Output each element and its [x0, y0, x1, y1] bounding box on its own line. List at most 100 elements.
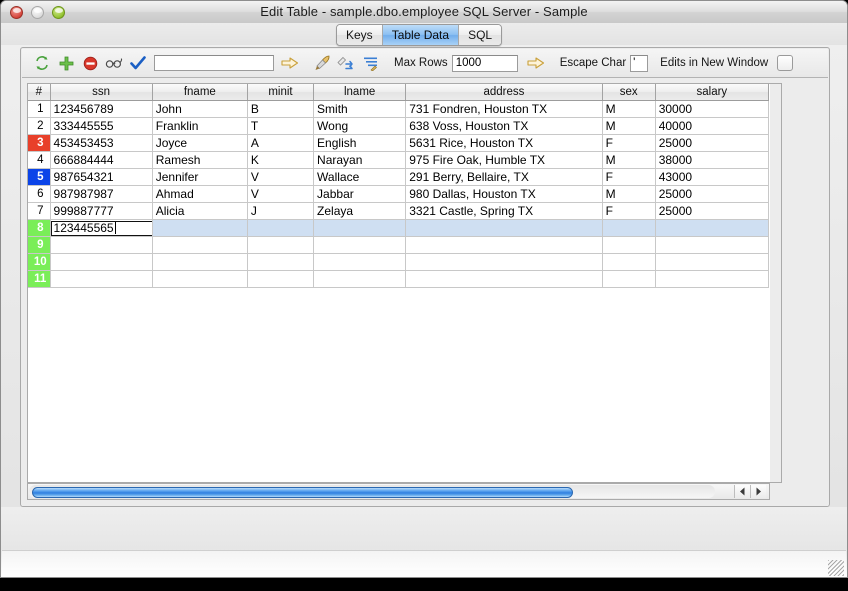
cell-salary[interactable]	[655, 219, 770, 237]
cell-fname[interactable]	[152, 236, 248, 254]
view-icon[interactable]	[102, 52, 126, 74]
table-row[interactable]: 5 987654321 Jennifer V Wallace 291 Berry, Bel…	[28, 168, 770, 186]
cell-minit[interactable]: A	[247, 134, 315, 152]
cell-minit[interactable]	[247, 219, 315, 237]
cell-salary[interactable]	[655, 270, 770, 288]
cell-sex[interactable]: M	[602, 185, 656, 203]
cell-lname[interactable]: English	[313, 134, 407, 152]
cell-address[interactable]: 291 Berry, Bellaire, TX	[405, 168, 603, 186]
cell-address[interactable]	[405, 236, 603, 254]
cell-lname[interactable]: Smith	[313, 100, 407, 118]
cell-lname[interactable]: Wong	[313, 117, 407, 135]
cell-lname[interactable]: Wallace	[313, 168, 407, 186]
tab-sql[interactable]: SQL	[459, 25, 502, 45]
cell-sex[interactable]: M	[602, 100, 656, 118]
cell-address[interactable]: 3321 Castle, Spring TX	[405, 202, 603, 220]
row-header-5[interactable]: 5	[28, 168, 51, 186]
cell-ssn[interactable]: 999887777	[50, 202, 153, 220]
cell-fname[interactable]: Joyce	[152, 134, 248, 152]
cell-sex[interactable]: F	[602, 202, 656, 220]
cell-fname[interactable]	[152, 253, 248, 271]
row-header-11[interactable]: 11	[28, 270, 51, 288]
cell-address[interactable]: 731 Fondren, Houston TX	[405, 100, 603, 118]
cell-fname[interactable]: Alicia	[152, 202, 248, 220]
cell-salary[interactable]: 25000	[655, 202, 770, 220]
cell-lname[interactable]	[313, 253, 407, 271]
apply-filter-icon[interactable]	[278, 52, 302, 74]
data-grid-viewport[interactable]: # ssn fname minit lname address sex sala…	[27, 83, 770, 483]
cell-fname[interactable]: John	[152, 100, 248, 118]
cell-ssn[interactable]: 666884444	[50, 151, 153, 169]
table-row[interactable]: 7 999887777 Alicia J Zelaya 3321 Castle, Spri…	[28, 202, 770, 220]
row-header-2[interactable]: 2	[28, 117, 51, 135]
cell-ssn[interactable]: 453453453	[50, 134, 153, 152]
horizontal-scrollbar[interactable]	[27, 483, 770, 500]
row-header-10[interactable]: 10	[28, 253, 51, 271]
cell-salary[interactable]	[655, 236, 770, 254]
cell-sex[interactable]	[602, 219, 656, 237]
cell-minit[interactable]: V	[247, 185, 315, 203]
table-row[interactable]: 9	[28, 236, 770, 254]
cell-minit[interactable]	[247, 236, 315, 254]
row-header-1[interactable]: 1	[28, 100, 51, 118]
sort-icon[interactable]	[358, 52, 382, 74]
cell-ssn[interactable]	[50, 253, 153, 271]
column-header-rownum[interactable]: #	[28, 84, 51, 101]
cell-editor-ssn[interactable]: 123445565	[50, 220, 152, 236]
max-rows-input[interactable]	[451, 54, 518, 72]
cell-lname[interactable]	[313, 270, 407, 288]
resize-grip[interactable]	[828, 560, 844, 576]
cell-lname[interactable]	[313, 219, 407, 237]
cell-salary[interactable]: 25000	[655, 134, 770, 152]
commit-icon[interactable]	[126, 52, 150, 74]
scroll-left-icon[interactable]	[734, 485, 750, 498]
table-row[interactable]: 1 123456789 John B Smith 731 Fondren, Houston…	[28, 100, 770, 118]
column-header-lname[interactable]: lname	[313, 84, 407, 101]
cell-fname[interactable]: Ahmad	[152, 185, 248, 203]
cell-sex[interactable]: F	[602, 134, 656, 152]
cell-fname[interactable]: Franklin	[152, 117, 248, 135]
cell-salary[interactable]: 30000	[655, 100, 770, 118]
cell-ssn[interactable]: 987654321	[50, 168, 153, 186]
cell-salary[interactable]: 25000	[655, 185, 770, 203]
cell-sex[interactable]	[602, 236, 656, 254]
execute-icon[interactable]	[310, 52, 334, 74]
tab-table-data[interactable]: Table Data	[382, 25, 460, 45]
tab-keys[interactable]: Keys	[337, 25, 383, 45]
cell-lname[interactable]	[313, 236, 407, 254]
scrollbar-thumb[interactable]	[32, 487, 573, 498]
row-header-8[interactable]: 8	[28, 219, 51, 237]
cell-fname[interactable]: Jennifer	[152, 168, 248, 186]
column-header-ssn[interactable]: ssn	[50, 84, 153, 101]
cell-lname[interactable]: Zelaya	[313, 202, 407, 220]
table-row[interactable]: 2 333445555 Franklin T Wong 638 Voss, Houston…	[28, 117, 770, 135]
cell-ssn[interactable]	[50, 236, 153, 254]
scroll-right-icon[interactable]	[750, 485, 766, 498]
cell-sex[interactable]	[602, 253, 656, 271]
column-header-fname[interactable]: fname	[152, 84, 248, 101]
table-row[interactable]: 3 453453453 Joyce A English 5631 Rice, Housto…	[28, 134, 770, 152]
cell-minit[interactable]: J	[247, 202, 315, 220]
edit-script-icon[interactable]	[334, 52, 358, 74]
cell-salary[interactable]: 40000	[655, 117, 770, 135]
refresh-icon[interactable]	[30, 52, 54, 74]
escape-char-input[interactable]	[630, 54, 649, 72]
edits-in-new-window-checkbox[interactable]	[777, 55, 794, 71]
cell-lname[interactable]: Narayan	[313, 151, 407, 169]
delete-row-icon[interactable]	[78, 52, 102, 74]
row-header-7[interactable]: 7	[28, 202, 51, 220]
cell-address[interactable]: 5631 Rice, Houston TX	[405, 134, 603, 152]
cell-address[interactable]: 980 Dallas, Houston TX	[405, 185, 603, 203]
cell-address[interactable]	[405, 219, 603, 237]
cell-minit[interactable]	[247, 253, 315, 271]
column-header-salary[interactable]: salary	[655, 84, 770, 101]
filter-input[interactable]	[154, 55, 274, 71]
cell-minit[interactable]: K	[247, 151, 315, 169]
table-row[interactable]: 6 987987987 Ahmad V Jabbar 980 Dallas, Housto…	[28, 185, 770, 203]
max-rows-apply-icon[interactable]	[524, 52, 548, 74]
row-header-4[interactable]: 4	[28, 151, 51, 169]
cell-ssn[interactable]	[50, 270, 153, 288]
cell-sex[interactable]: F	[602, 168, 656, 186]
row-header-3[interactable]: 3	[28, 134, 51, 152]
row-header-6[interactable]: 6	[28, 185, 51, 203]
